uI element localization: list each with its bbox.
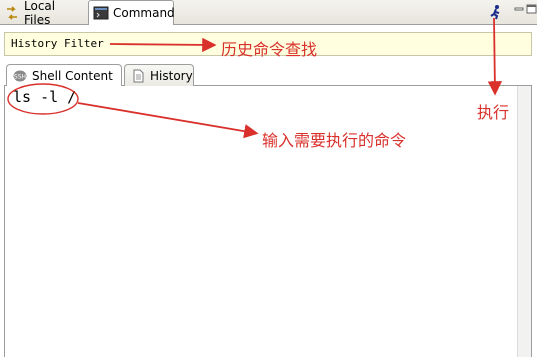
inner-tab-bar: SSH Shell Content History [4, 64, 532, 87]
document-icon [131, 69, 145, 83]
annotation-history-search: 历史命令查找 [221, 40, 318, 59]
history-filter-label: History Filter [11, 37, 104, 50]
minimize-icon[interactable] [512, 3, 526, 17]
tab-label: Local Files [24, 0, 56, 27]
tab-label: History [150, 68, 193, 83]
tab-label: Shell Content [32, 69, 113, 83]
tab-command[interactable]: Command [88, 0, 175, 25]
annotation-run: 执行 [477, 103, 510, 122]
command-text[interactable]: ls -l / [13, 88, 76, 106]
annotation-input-hint: 输入需要执行的命令 [262, 131, 407, 150]
tab-shell-content[interactable]: SSH Shell Content [6, 64, 122, 87]
svg-text:SSH: SSH [14, 74, 26, 81]
vertical-scrollbar[interactable] [517, 86, 531, 357]
terminal-icon [93, 5, 109, 21]
local-files-icon [4, 5, 20, 21]
view-tab-bar: Local Files Command [0, 0, 537, 27]
tab-local-files[interactable]: Local Files [0, 0, 86, 27]
ssh-icon: SSH [13, 69, 27, 83]
tab-history[interactable]: History [124, 64, 194, 86]
maximize-icon[interactable] [526, 3, 537, 17]
run-person-icon[interactable] [489, 4, 503, 20]
tab-label: Command [113, 6, 175, 20]
